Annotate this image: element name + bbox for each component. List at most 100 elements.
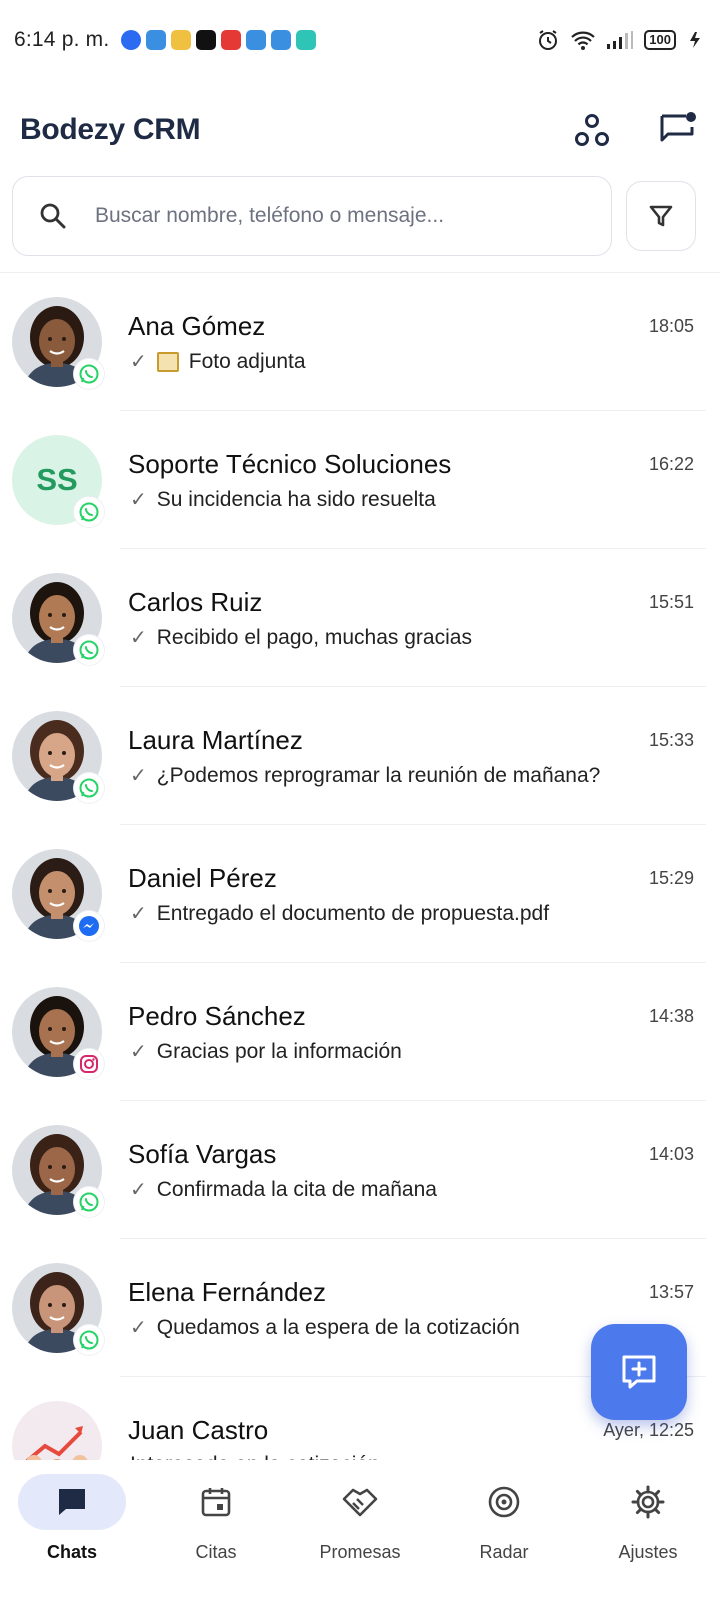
- chat-list[interactable]: Ana Gómez 18:05 ✓ Foto adjunta SS Soporte Téc…: [0, 273, 720, 1460]
- sent-check-icon: ✓: [130, 627, 147, 649]
- preview-text: Entregado el documento de propuesta.pdf: [156, 901, 550, 925]
- sent-check-icon: ✓: [130, 1041, 147, 1063]
- signal-icon: [607, 31, 634, 49]
- gear-icon: [594, 1474, 702, 1530]
- avatar-wrapper: [12, 849, 104, 941]
- tab-radar[interactable]: Radar: [432, 1460, 576, 1600]
- sent-check-icon: ✓: [130, 765, 147, 787]
- chat-row[interactable]: SS Soporte Técnico Soluciones 16:22 ✓ Su inc…: [0, 411, 720, 549]
- message-preview: ✓ Entregado el documento de propuesta.pdf: [130, 901, 549, 926]
- search-box[interactable]: [12, 176, 612, 256]
- new-message-button[interactable]: [656, 108, 700, 152]
- message-time: 18:05: [648, 316, 694, 336]
- avatar: [12, 1401, 102, 1460]
- bottom-navigation: Chats Citas Promesas Radar Ajustes: [0, 1460, 720, 1600]
- preview-text: Interesado en la cotización: [130, 1453, 380, 1460]
- add-message-icon: [622, 1355, 656, 1389]
- contact-name: Carlos Ruiz: [128, 587, 263, 617]
- contact-name: Ana Gómez: [128, 311, 266, 341]
- message-time: 15:51: [648, 592, 694, 612]
- message-time: 15:29: [648, 868, 694, 888]
- app-notif-icon: [171, 30, 192, 50]
- radar-icon: [450, 1474, 558, 1530]
- chat-row[interactable]: Ana Gómez 18:05 ✓ Foto adjunta: [0, 273, 720, 411]
- sent-check-icon: ✓: [130, 1317, 147, 1339]
- instagram-badge-icon: [74, 1049, 104, 1079]
- system-indicators: 100: [536, 28, 706, 52]
- alarm-icon: [539, 30, 558, 50]
- chat-row[interactable]: Sofía Vargas 14:03 ✓ Confirmada la cita de …: [0, 1101, 720, 1239]
- nav-label: Citas: [195, 1542, 237, 1562]
- avatar-wrapper: [12, 1125, 104, 1217]
- tab-chats[interactable]: Chats: [0, 1460, 144, 1600]
- preview-text: Gracias por la información: [156, 1039, 402, 1063]
- whatsapp-badge-icon: [74, 1187, 104, 1217]
- contact-name: Juan Castro: [128, 1415, 269, 1445]
- message-preview: ✓ Recibido el pago, muchas gracias: [130, 625, 472, 650]
- wifi-icon: [571, 31, 596, 50]
- message-preview: Interesado en la cotización: [130, 1453, 380, 1460]
- search-row: [12, 176, 696, 256]
- contact-name: Sofía Vargas: [128, 1139, 277, 1169]
- filter-icon: [649, 205, 673, 227]
- app-notif-icon: [271, 30, 292, 50]
- message-preview: ✓ ¿Podemos reprogramar la reunión de maña…: [130, 763, 600, 788]
- avatar-wrapper: [12, 297, 104, 389]
- whatsapp-badge-icon: [74, 635, 104, 665]
- message-time: 14:38: [648, 1006, 694, 1026]
- preview-text: Quedamos a la espera de la cotización: [156, 1315, 520, 1339]
- app-title: Bodezy CRM: [20, 113, 201, 146]
- chat-row[interactable]: Carlos Ruiz 15:51 ✓ Recibido el pago, mucha…: [0, 549, 720, 687]
- notification-icons: [121, 30, 317, 50]
- tab-promesas[interactable]: Promesas: [288, 1460, 432, 1600]
- whatsapp-badge-icon: [74, 497, 104, 527]
- connections-button[interactable]: [570, 108, 614, 152]
- contact-name: Daniel Pérez: [128, 863, 277, 893]
- filter-button[interactable]: [626, 181, 696, 251]
- tab-ajustes[interactable]: Ajustes: [576, 1460, 720, 1600]
- avatar-wrapper: [12, 573, 104, 665]
- message-time: Ayer, 12:25: [603, 1420, 694, 1440]
- photo-icon: [156, 351, 179, 372]
- chat-bubble-icon: [18, 1474, 126, 1530]
- whatsapp-badge-icon: [74, 359, 104, 389]
- preview-text: Recibido el pago, muchas gracias: [156, 625, 472, 649]
- contact-name: Pedro Sánchez: [128, 1001, 306, 1031]
- message-preview: ✓ Gracias por la información: [130, 1039, 402, 1064]
- new-message-icon: [660, 112, 696, 142]
- nav-label: Ajustes: [618, 1542, 678, 1562]
- messenger-badge-icon: [74, 911, 104, 941]
- chat-row[interactable]: Pedro Sánchez 14:38 ✓ Gracias por la inform…: [0, 963, 720, 1101]
- avatar-wrapper: [12, 711, 104, 803]
- app-notif-icon: [221, 30, 242, 50]
- sent-check-icon: ✓: [130, 1179, 147, 1201]
- chat-row[interactable]: Laura Martínez 15:33 ✓ ¿Podemos reprogramar…: [0, 687, 720, 825]
- handshake-icon: [306, 1474, 414, 1530]
- app-notif-icon: [246, 30, 267, 50]
- app-header: Bodezy CRM: [0, 90, 720, 170]
- sent-check-icon: ✓: [130, 489, 147, 511]
- message-time: 13:57: [648, 1282, 694, 1302]
- connections-icon: [575, 114, 609, 146]
- whatsapp-badge-icon: [74, 1325, 104, 1355]
- message-preview: ✓ Su incidencia ha sido resuelta: [130, 487, 436, 512]
- app-notif-icon: [196, 30, 217, 50]
- message-preview: ✓ Confirmada la cita de mañana: [130, 1177, 437, 1202]
- sent-check-icon: ✓: [130, 903, 147, 925]
- tab-citas[interactable]: Citas: [144, 1460, 288, 1600]
- contact-name: Soporte Técnico Soluciones: [128, 449, 452, 479]
- contact-name: Laura Martínez: [128, 725, 303, 755]
- preview-text: Confirmada la cita de mañana: [156, 1177, 437, 1201]
- app-notif-icon: [296, 30, 317, 50]
- app-notif-icon: [146, 30, 167, 50]
- message-preview: ✓ Quedamos a la espera de la cotización: [130, 1315, 520, 1340]
- new-chat-fab[interactable]: [591, 1324, 687, 1420]
- nav-label: Chats: [46, 1542, 97, 1562]
- battery-indicator: 100: [644, 30, 676, 50]
- message-time: 16:22: [648, 454, 694, 474]
- status-time: 6:14 p. m.: [14, 28, 110, 51]
- search-input[interactable]: [95, 204, 515, 228]
- avatar-wrapper: SS: [12, 435, 104, 527]
- avatar-wrapper: [12, 1263, 104, 1355]
- chat-row[interactable]: Daniel Pérez 15:29 ✓ Entregado el documento…: [0, 825, 720, 963]
